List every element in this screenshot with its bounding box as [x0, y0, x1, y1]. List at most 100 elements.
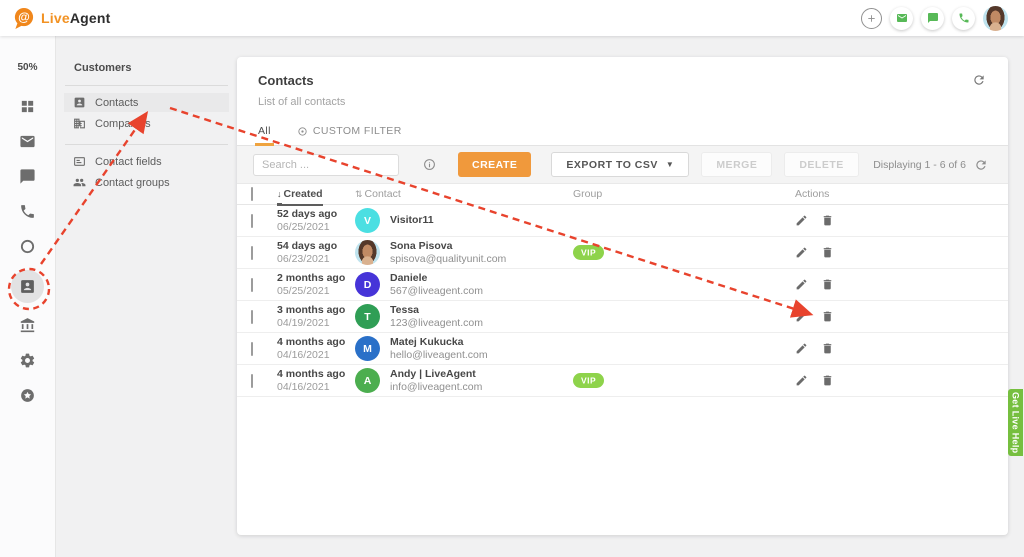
edit-icon[interactable] — [795, 246, 808, 259]
row-checkbox[interactable] — [251, 246, 253, 260]
created-date: 04/16/2021 — [277, 349, 355, 362]
table-row[interactable]: 54 days ago 06/23/2021 Sona Pisova spiso… — [237, 237, 1008, 269]
main-sidebar: 50% — [0, 36, 56, 557]
nav-item-contacts[interactable]: Contacts — [64, 93, 229, 112]
row-checkbox[interactable] — [251, 214, 253, 228]
table-row[interactable]: 2 months ago 05/25/2021 D Daniele 567@li… — [237, 269, 1008, 301]
avatar: A — [355, 368, 380, 393]
table-row[interactable]: 3 months ago 04/19/2021 T Tessa 123@live… — [237, 301, 1008, 333]
export-label: EXPORT TO CSV — [566, 159, 658, 171]
tab-custom-filter[interactable]: CUSTOM FILTER — [297, 125, 402, 145]
bank-icon — [19, 317, 36, 334]
sort-desc-icon: ↓ — [277, 189, 282, 205]
nav-item-companies[interactable]: Companies — [64, 114, 229, 133]
merge-button[interactable]: MERGE — [701, 152, 772, 177]
row-checkbox[interactable] — [251, 374, 253, 388]
table-row[interactable]: 4 months ago 04/16/2021 M Matej Kukucka … — [237, 333, 1008, 365]
refresh-icon[interactable] — [974, 158, 988, 172]
refresh-icon[interactable] — [972, 73, 986, 87]
sidebar-item-upgrade[interactable] — [0, 378, 56, 413]
row-checkbox[interactable] — [251, 278, 253, 292]
mail-icon — [19, 133, 36, 150]
avatar — [355, 240, 380, 265]
created-date: 06/25/2021 — [277, 221, 355, 234]
sort-icon: ⇅ — [355, 189, 363, 199]
column-header-contact[interactable]: ⇅Contact — [355, 188, 573, 200]
sidebar-item-dashboard[interactable] — [0, 89, 56, 124]
row-checkbox[interactable] — [251, 310, 253, 324]
delete-button[interactable]: DELETE — [784, 152, 858, 177]
mail-icon — [896, 12, 908, 24]
sidebar-item-chat[interactable] — [0, 159, 56, 194]
edit-icon[interactable] — [795, 310, 808, 323]
customers-panel-title: Customers — [74, 62, 237, 74]
column-header-created[interactable]: ↓Created — [277, 188, 355, 200]
delete-icon[interactable] — [821, 278, 834, 291]
export-to-csv-button[interactable]: EXPORT TO CSV ▼ — [551, 152, 689, 177]
edit-icon[interactable] — [795, 342, 808, 355]
mail-button[interactable] — [890, 7, 913, 30]
sidebar-item-billing[interactable] — [0, 308, 56, 343]
top-header: @ LiveAgent — [0, 0, 1024, 36]
star-circle-icon — [19, 387, 36, 404]
delete-icon[interactable] — [821, 246, 834, 259]
create-button[interactable]: CREATE — [458, 152, 531, 177]
delete-icon[interactable] — [821, 214, 834, 227]
svg-text:@: @ — [18, 9, 30, 23]
table-row[interactable]: 52 days ago 06/25/2021 V Visitor11 — [237, 205, 1008, 237]
select-all-checkbox[interactable] — [251, 187, 253, 201]
info-icon[interactable] — [423, 158, 436, 171]
contact-email: spisova@qualityunit.com — [390, 253, 506, 266]
customers-panel: Customers Contacts Companies Contact fie… — [56, 36, 237, 557]
table-body: 52 days ago 06/25/2021 V Visitor11 54 da… — [237, 205, 1008, 397]
nav-item-label: Contacts — [95, 97, 138, 109]
column-header-group[interactable]: Group — [573, 188, 795, 200]
chat-button[interactable] — [921, 7, 944, 30]
settings-gear-icon — [19, 352, 36, 369]
sidebar-item-calls[interactable] — [0, 194, 56, 229]
created-relative: 52 days ago — [277, 208, 355, 221]
contact-name: Andy | LiveAgent — [390, 368, 482, 381]
edit-icon[interactable] — [795, 374, 808, 387]
vip-badge: VIP — [573, 245, 604, 260]
table-row[interactable]: 4 months ago 04/16/2021 A Andy | LiveAge… — [237, 365, 1008, 397]
user-avatar[interactable] — [983, 6, 1008, 31]
sidebar-item-time[interactable] — [0, 229, 56, 264]
dashboard-icon — [19, 98, 36, 115]
logo-bubble-icon: @ — [12, 7, 35, 30]
row-checkbox[interactable] — [251, 342, 253, 356]
get-live-help-button[interactable]: Get Live Help — [1008, 389, 1023, 456]
nav-item-contact-groups[interactable]: Contact groups — [64, 173, 229, 192]
delete-icon[interactable] — [821, 374, 834, 387]
logo-text-live: Live — [41, 10, 70, 26]
add-circle-icon[interactable] — [861, 8, 882, 29]
sidebar-item-settings[interactable] — [0, 343, 56, 378]
contacts-card: Contacts List of all contacts All CUSTOM… — [237, 57, 1008, 535]
delete-icon[interactable] — [821, 342, 834, 355]
created-date: 05/25/2021 — [277, 285, 355, 298]
edit-icon[interactable] — [795, 278, 808, 291]
page-subtitle: List of all contacts — [258, 96, 988, 108]
card-fields-icon — [73, 155, 86, 168]
call-button[interactable] — [952, 7, 975, 30]
chat-icon — [927, 12, 939, 24]
tab-all[interactable]: All — [258, 125, 271, 145]
created-relative: 4 months ago — [277, 368, 355, 381]
created-relative: 54 days ago — [277, 240, 355, 253]
contact-name: Visitor11 — [390, 214, 434, 227]
phone-icon — [958, 12, 970, 24]
phone-icon — [19, 203, 36, 220]
created-relative: 2 months ago — [277, 272, 355, 285]
logo-text-agent: Agent — [70, 10, 111, 26]
search-input[interactable] — [253, 154, 399, 176]
contacts-badge-icon — [19, 278, 36, 295]
delete-icon[interactable] — [821, 310, 834, 323]
sidebar-item-mail[interactable] — [0, 124, 56, 159]
sidebar-item-contacts[interactable] — [0, 264, 56, 308]
edit-icon[interactable] — [795, 214, 808, 227]
nav-item-contact-fields[interactable]: Contact fields — [64, 152, 229, 171]
contact-email: 123@liveagent.com — [390, 317, 483, 330]
avatar: V — [355, 208, 380, 233]
tab-bar: All CUSTOM FILTER — [237, 121, 1008, 146]
contact-name: Daniele — [390, 272, 483, 285]
